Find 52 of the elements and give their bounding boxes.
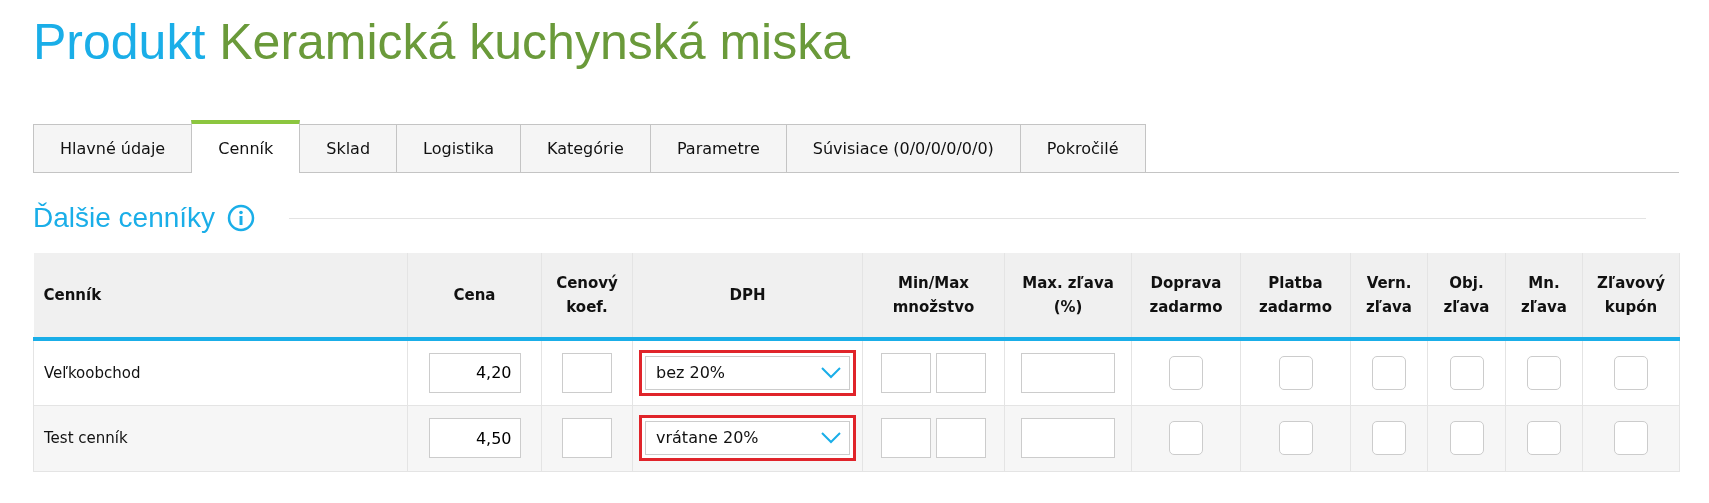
checkbox[interactable] [1449, 355, 1484, 390]
checkbox[interactable] [1614, 355, 1648, 390]
chevron-down-icon [821, 432, 841, 444]
checkbox[interactable] [1527, 421, 1561, 455]
tab[interactable]: Súvisiace (0/0/0/0/0/0) [785, 124, 1021, 172]
max-discount-field[interactable] [1021, 418, 1115, 458]
column-header: DPH [632, 253, 863, 339]
info-icon[interactable] [227, 204, 256, 232]
max-quantity-field[interactable] [936, 352, 986, 393]
table-cell: Test cenník [33, 405, 408, 471]
checkbox[interactable] [1169, 421, 1203, 455]
price-field[interactable]: 4,20 [428, 352, 521, 393]
max-discount-field[interactable] [1021, 352, 1115, 393]
table-cell: Veľkoobchod [33, 339, 408, 405]
tab[interactable]: Pokročilé [1019, 124, 1146, 172]
min-quantity-field[interactable] [881, 418, 931, 458]
tab[interactable]: Kategórie [519, 124, 651, 172]
tab[interactable]: Hlavné údaje [33, 124, 193, 172]
tab[interactable]: Cenník [191, 120, 301, 173]
column-header: Zľavový kupón [1582, 253, 1680, 339]
section-title: Ďalšie cenníky [33, 201, 216, 235]
tab[interactable]: Parametre [649, 124, 787, 172]
min-quantity-field[interactable] [881, 352, 931, 393]
page-title-label: Produkt [33, 14, 206, 70]
column-header: Mn. zľava [1505, 253, 1583, 339]
checkbox[interactable] [1614, 421, 1648, 455]
checkbox[interactable] [1169, 355, 1203, 390]
column-header: Platba zadarmo [1240, 253, 1351, 339]
checkbox[interactable] [1278, 355, 1313, 390]
column-header: Max. zľava (%) [1004, 253, 1132, 339]
checkbox[interactable] [1449, 421, 1484, 455]
chevron-down-icon [821, 366, 841, 379]
checkbox[interactable] [1372, 355, 1406, 390]
column-header: Vern. zľava [1350, 253, 1428, 339]
max-quantity-field[interactable] [936, 418, 986, 458]
vat-dropdown[interactable]: bez 20% [639, 349, 856, 396]
column-header: Cenový koef. [541, 253, 633, 339]
checkbox[interactable] [1527, 355, 1561, 390]
product-name: Keramická kuchynská miska [219, 14, 850, 70]
column-header: Cenník [33, 253, 408, 339]
tab[interactable]: Sklad [299, 124, 398, 172]
column-header: Cena [407, 253, 542, 339]
column-header: Doprava zadarmo [1131, 253, 1241, 339]
coefficient-field[interactable] [562, 352, 612, 393]
vat-dropdown[interactable]: vrátane 20% [639, 415, 856, 461]
column-header: Min/Max množstvo [862, 253, 1005, 339]
price-field[interactable]: 4,50 [428, 418, 521, 458]
checkbox[interactable] [1372, 421, 1406, 455]
checkbox[interactable] [1278, 421, 1313, 455]
coefficient-field[interactable] [562, 418, 612, 458]
tab[interactable]: Logistika [396, 124, 521, 172]
column-header: Obj. zľava [1427, 253, 1506, 339]
